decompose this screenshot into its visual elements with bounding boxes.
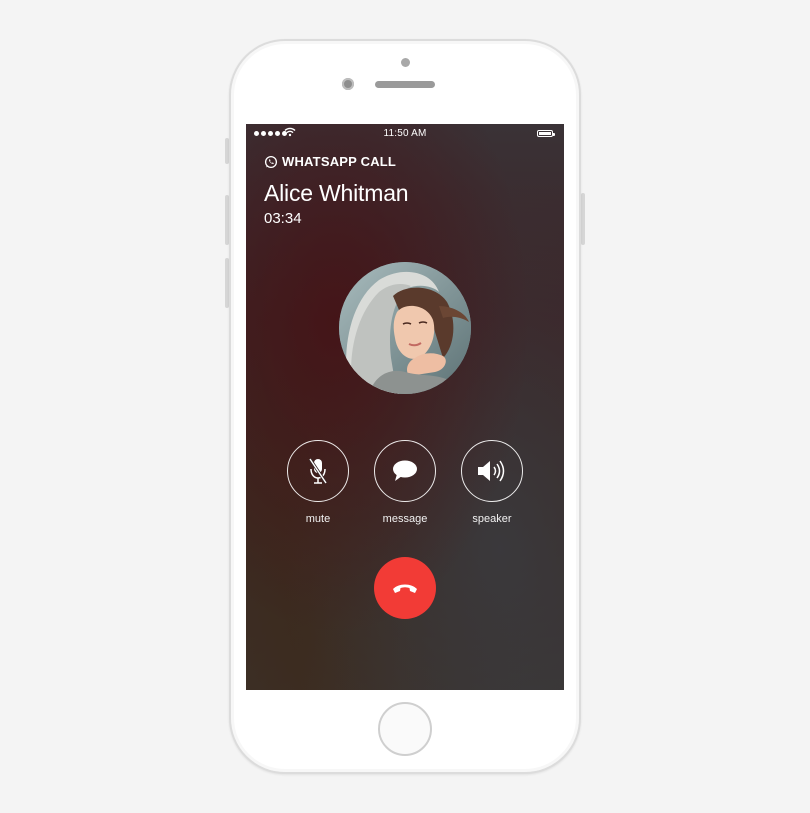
earpiece-speaker: [375, 81, 435, 88]
call-type-label: WHATSAPP CALL: [264, 154, 396, 169]
contact-avatar: [339, 262, 471, 394]
whatsapp-icon: [264, 155, 278, 168]
mute-button-circle[interactable]: [287, 440, 349, 502]
call-actions: mute message speaker: [246, 440, 564, 530]
speech-bubble-icon: [393, 460, 417, 481]
message-button[interactable]: message: [373, 440, 437, 525]
status-time: 11:50 AM: [383, 128, 427, 139]
status-bar: 11:50 AM: [246, 124, 564, 144]
message-button-circle[interactable]: [374, 440, 436, 502]
front-camera: [342, 78, 354, 90]
call-duration: 03:34: [264, 210, 302, 227]
speaker-button[interactable]: speaker: [460, 440, 524, 525]
mute-button[interactable]: mute: [286, 440, 350, 525]
battery-icon: [537, 130, 555, 137]
phone-hangup-icon: [393, 584, 417, 593]
speaker-label: speaker: [472, 513, 512, 525]
speaker-button-circle[interactable]: [461, 440, 523, 502]
end-call-button[interactable]: [374, 557, 436, 619]
microphone-muted-icon: [308, 458, 328, 484]
contact-name: Alice Whitman: [264, 180, 409, 206]
message-label: message: [382, 513, 428, 525]
call-screen: 11:50 AM WHATSAPP CALL Alice Whitman 03:…: [246, 124, 564, 690]
proximity-sensor: [401, 58, 410, 67]
mute-label: mute: [305, 513, 331, 525]
call-type-text: WHATSAPP CALL: [282, 154, 397, 169]
speaker-icon: [478, 460, 505, 482]
power-button: [581, 193, 585, 245]
home-button[interactable]: [378, 702, 432, 756]
